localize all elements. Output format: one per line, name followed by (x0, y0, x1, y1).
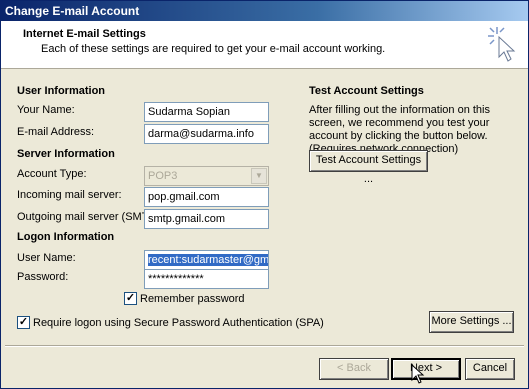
spa-label: Require logon using Secure Password Auth… (33, 317, 324, 329)
your-name-field[interactable]: Sudarma Sopian (144, 102, 269, 122)
dialog-header: Internet E-mail Settings Each of these s… (1, 21, 528, 69)
test-account-settings-button[interactable]: Test Account Settings ... (309, 150, 428, 185)
test-account-description: After filling out the information on thi… (309, 104, 490, 155)
account-type-value: POP3 (148, 170, 178, 182)
change-email-account-dialog: Change E-mail Account Internet E-mail Se… (0, 0, 529, 389)
remember-password-label: Remember password (140, 293, 245, 305)
account-type-select: POP3 ▼ (144, 166, 269, 186)
spa-checkbox[interactable]: ✓ (17, 316, 30, 329)
test-account-heading: Test Account Settings (309, 85, 424, 97)
header-title: Internet E-mail Settings (23, 28, 146, 40)
next-button[interactable]: Next > (391, 358, 461, 380)
user-name-label: User Name: (17, 252, 76, 264)
email-address-label: E-mail Address: (17, 126, 95, 138)
user-name-value: recent:sudarmaster@gmail.co (148, 254, 268, 266)
window-title: Change E-mail Account (5, 4, 140, 18)
cancel-button[interactable]: Cancel (465, 358, 515, 380)
password-field[interactable]: ************* (144, 269, 269, 289)
your-name-label: Your Name: (17, 104, 75, 116)
header-subtitle: Each of these settings are required to g… (41, 43, 386, 55)
account-type-label: Account Type: (17, 168, 87, 180)
outgoing-server-field[interactable]: smtp.gmail.com (144, 209, 269, 229)
logon-information-heading: Logon Information (17, 231, 115, 243)
incoming-server-label: Incoming mail server: (17, 189, 122, 201)
remember-password-checkbox[interactable]: ✓ (124, 292, 137, 305)
user-name-field[interactable]: recent:sudarmaster@gmail.co (144, 250, 269, 270)
email-address-field[interactable]: darma@sudarma.info (144, 124, 269, 144)
password-label: Password: (17, 271, 69, 283)
incoming-server-field[interactable]: pop.gmail.com (144, 187, 269, 207)
back-button[interactable]: < Back (319, 358, 389, 380)
chevron-down-icon: ▼ (251, 168, 267, 184)
mouse-pointer-icon (411, 364, 425, 384)
more-settings-button[interactable]: More Settings ... (429, 311, 514, 333)
outgoing-server-label: Outgoing mail server (SMTP): (17, 211, 163, 223)
sparkle-cursor-icon (488, 27, 516, 62)
footer-divider (5, 345, 524, 347)
title-bar: Change E-mail Account (1, 1, 528, 21)
server-information-heading: Server Information (17, 148, 115, 160)
user-information-heading: User Information (17, 85, 106, 97)
